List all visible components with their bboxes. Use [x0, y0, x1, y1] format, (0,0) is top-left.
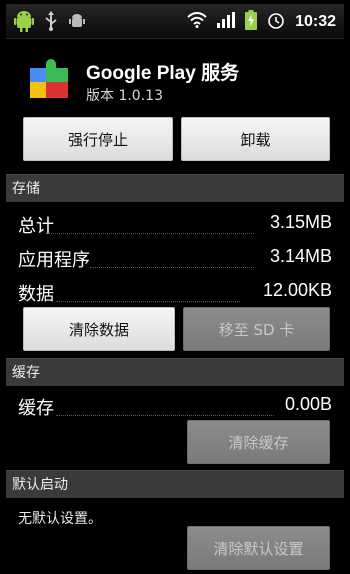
cache-row: 缓存 0.00B: [6, 390, 344, 422]
clear-data-button[interactable]: 清除数据: [23, 307, 175, 351]
clear-defaults-button[interactable]: 清除默认设置: [187, 526, 330, 570]
clear-cache-button[interactable]: 清除缓存: [187, 420, 330, 464]
usb-icon: [44, 11, 58, 35]
storage-data-value: 12.00KB: [262, 280, 332, 300]
android-icon: [14, 10, 34, 36]
app-info-screen: 10:32 Google Play 服务 版本 1.0.13 强行停止 卸载 存…: [6, 4, 344, 570]
status-bar: 10:32: [6, 4, 344, 39]
default-launch-section-header: 默认启动: [6, 470, 344, 498]
storage-total-label: 总计: [18, 216, 54, 237]
row-divider: [46, 233, 254, 234]
uninstall-button[interactable]: 卸载: [181, 117, 330, 161]
force-stop-button[interactable]: 强行停止: [23, 117, 173, 161]
app-name: Google Play 服务: [86, 63, 240, 84]
storage-app-label: 应用程序: [18, 250, 90, 271]
alarm-icon: [267, 11, 285, 33]
storage-app-value: 3.14MB: [269, 246, 332, 266]
no-default-text: 无默认设置。: [18, 511, 102, 527]
debug-icon: [68, 12, 86, 34]
storage-row-total: 总计 3.15MB: [6, 208, 344, 240]
app-header: Google Play 服务 版本 1.0.13: [6, 46, 344, 116]
row-divider: [56, 301, 240, 302]
storage-row-app: 应用程序 3.14MB: [6, 242, 344, 274]
wifi-icon: [187, 12, 207, 32]
storage-total-value: 3.15MB: [269, 212, 332, 232]
move-to-sd-button[interactable]: 移至 SD 卡: [183, 307, 330, 351]
storage-section-header: 存储: [6, 174, 344, 202]
status-time: 10:32: [295, 13, 336, 30]
signal-icon: [217, 12, 236, 32]
storage-data-label: 数据: [18, 284, 54, 305]
battery-icon: [245, 10, 258, 34]
cache-value: 0.00B: [284, 394, 332, 414]
row-divider: [56, 415, 274, 416]
app-version: 版本 1.0.13: [86, 88, 163, 104]
storage-row-data: 数据 12.00KB: [6, 276, 344, 308]
row-divider: [90, 267, 254, 268]
puzzle-icon: [24, 52, 74, 102]
cache-label: 缓存: [18, 398, 54, 419]
cache-section-header: 缓存: [6, 358, 344, 386]
